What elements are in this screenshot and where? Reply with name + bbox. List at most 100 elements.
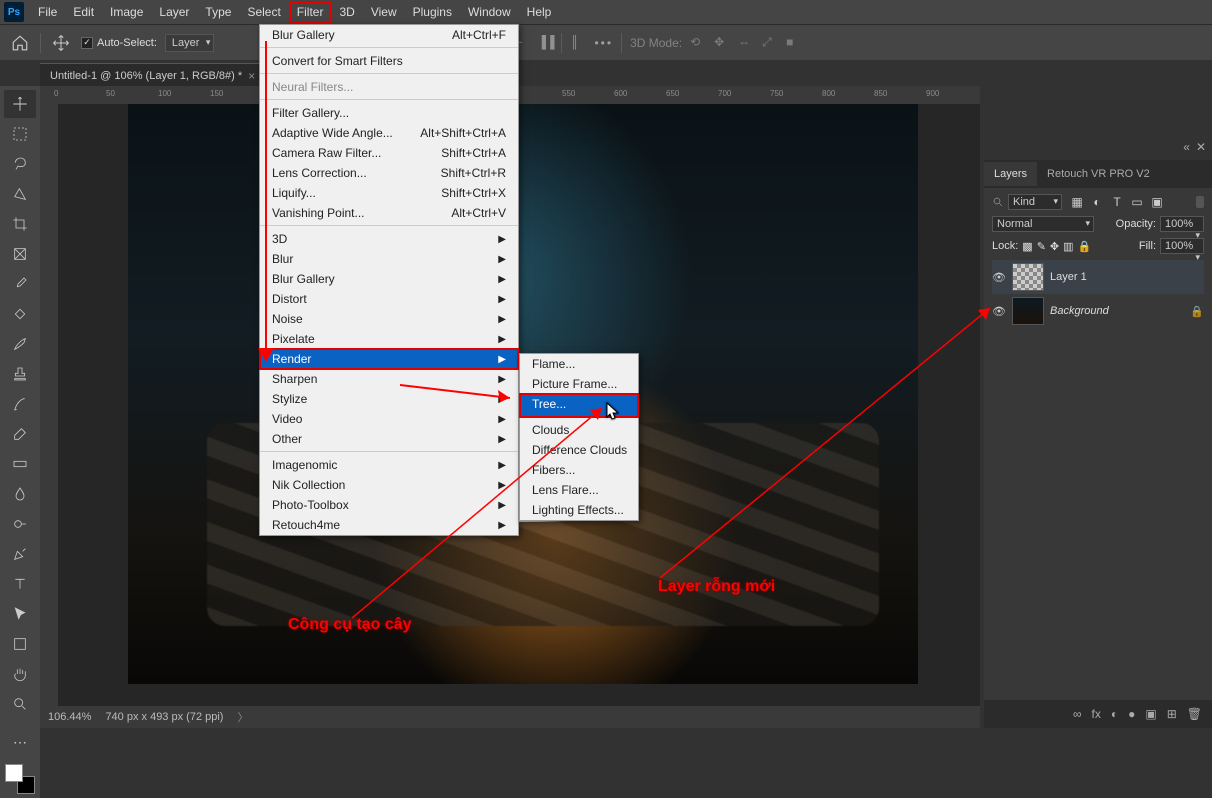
adjustment-icon[interactable]: ●	[1128, 707, 1135, 721]
lock-artboard-icon[interactable]: ▥	[1063, 240, 1073, 253]
3d-camera-icon[interactable]: ■	[786, 35, 802, 51]
filter-menu-item[interactable]: Distort▶	[260, 289, 518, 309]
pen-tool[interactable]	[4, 540, 36, 568]
render-submenu-item[interactable]: Picture Frame...	[520, 374, 638, 394]
filter-menu-item[interactable]: 3D▶	[260, 229, 518, 249]
lock-paint-icon[interactable]: ✎	[1037, 240, 1046, 253]
3d-orbit-icon[interactable]: ⟲	[690, 35, 706, 51]
type-tool[interactable]	[4, 570, 36, 598]
delete-layer-icon[interactable]: 🗑	[1187, 707, 1202, 721]
menu-file[interactable]: File	[30, 1, 65, 23]
edit-toolbar-icon[interactable]: ⋯	[4, 728, 36, 756]
collapse-panel-icon[interactable]: «	[1183, 140, 1190, 160]
more-icon[interactable]: •••	[594, 36, 613, 50]
3d-pan-icon[interactable]: ✥	[714, 35, 730, 51]
opacity-value[interactable]: 100%	[1160, 216, 1204, 232]
filter-pixel-icon[interactable]: ▦	[1070, 195, 1084, 209]
filter-menu-item[interactable]: Vanishing Point...Alt+Ctrl+V	[260, 203, 518, 226]
filter-menu-item[interactable]: Blur GalleryAlt+Ctrl+F	[260, 25, 518, 48]
move-tool[interactable]	[4, 90, 36, 118]
path-select-tool[interactable]	[4, 600, 36, 628]
render-submenu-item[interactable]: Flame...	[520, 354, 638, 374]
menu-edit[interactable]: Edit	[65, 1, 102, 23]
lock-transparency-icon[interactable]: ▩	[1022, 240, 1032, 253]
crop-tool[interactable]	[4, 210, 36, 238]
filter-smart-icon[interactable]: ▣	[1150, 195, 1164, 209]
stamp-tool[interactable]	[4, 360, 36, 388]
menu-layer[interactable]: Layer	[151, 1, 197, 23]
menu-select[interactable]: Select	[239, 1, 288, 23]
close-panel-icon[interactable]: ✕	[1196, 140, 1206, 160]
filter-menu-item[interactable]: Blur▶	[260, 249, 518, 269]
hand-tool[interactable]	[4, 660, 36, 688]
link-layers-icon[interactable]: ∞	[1073, 707, 1082, 721]
tab-layers[interactable]: Layers	[984, 162, 1037, 186]
group-icon[interactable]: ▣	[1145, 707, 1156, 721]
filter-menu-item[interactable]: Blur Gallery▶	[260, 269, 518, 289]
lock-all-icon[interactable]: 🔒	[1078, 240, 1092, 253]
filter-adjust-icon[interactable]: ◐	[1090, 195, 1104, 209]
layer-row-layer1[interactable]: 👁 Layer 1	[992, 260, 1204, 294]
layer-name[interactable]: Background	[1050, 305, 1184, 317]
filter-menu-item[interactable]: Pixelate▶	[260, 329, 518, 349]
dodge-tool[interactable]	[4, 510, 36, 538]
blend-mode-select[interactable]: Normal	[992, 216, 1094, 232]
menu-type[interactable]: Type	[197, 1, 239, 23]
zoom-tool[interactable]	[4, 690, 36, 718]
shape-tool[interactable]	[4, 630, 36, 658]
tab-retouch[interactable]: Retouch VR PRO V2	[1037, 162, 1160, 186]
marquee-tool[interactable]	[4, 120, 36, 148]
layer-name[interactable]: Layer 1	[1050, 271, 1204, 283]
mask-icon[interactable]: ◐	[1111, 707, 1118, 721]
3d-scale-icon[interactable]: ⤢	[762, 35, 778, 51]
layer-row-background[interactable]: 👁 Background 🔒	[992, 294, 1204, 328]
menu-view[interactable]: View	[363, 1, 405, 23]
visibility-icon[interactable]: 👁	[992, 271, 1006, 284]
align-right-icon[interactable]: ▐▐	[537, 35, 553, 51]
lock-position-icon[interactable]: ✥	[1050, 240, 1059, 253]
layer-thumbnail[interactable]	[1012, 297, 1044, 325]
foreground-color-swatch[interactable]	[5, 764, 23, 782]
layer-thumbnail[interactable]	[1012, 263, 1044, 291]
filter-menu-item[interactable]: Filter Gallery...	[260, 103, 518, 123]
menu-help[interactable]: Help	[519, 1, 560, 23]
menu-filter[interactable]: Filter	[289, 1, 332, 23]
filter-menu-item[interactable]: Render▶	[260, 349, 518, 369]
menu-window[interactable]: Window	[460, 1, 519, 23]
brush-tool[interactable]	[4, 330, 36, 358]
filter-menu-item[interactable]: Noise▶	[260, 309, 518, 329]
document-tab[interactable]: Untitled-1 @ 106% (Layer 1, RGB/8#) * ×	[40, 63, 265, 88]
menu-3d[interactable]: 3D	[331, 1, 362, 23]
auto-select-target[interactable]: Layer	[165, 34, 215, 52]
filter-menu-item[interactable]: Adaptive Wide Angle...Alt+Shift+Ctrl+A	[260, 123, 518, 143]
search-icon[interactable]	[992, 196, 1004, 208]
layer-filter-kind[interactable]: Kind	[1008, 194, 1062, 210]
frame-tool[interactable]	[4, 240, 36, 268]
filter-menu-item[interactable]: Neural Filters...	[260, 77, 518, 100]
filter-menu-item[interactable]: Liquify...Shift+Ctrl+X	[260, 183, 518, 203]
filter-menu-item[interactable]: Convert for Smart Filters	[260, 51, 518, 74]
menu-plugins[interactable]: Plugins	[405, 1, 460, 23]
chevron-right-icon[interactable]: 〉	[237, 709, 248, 725]
history-brush-tool[interactable]	[4, 390, 36, 418]
close-tab-icon[interactable]: ×	[248, 69, 255, 83]
quick-select-tool[interactable]	[4, 180, 36, 208]
auto-select-checkbox[interactable]: ✓ Auto-Select:	[81, 37, 157, 49]
filter-menu-item[interactable]: Lens Correction...Shift+Ctrl+R	[260, 163, 518, 183]
new-layer-icon[interactable]: ⊞	[1167, 707, 1177, 721]
filter-shape-icon[interactable]: ▭	[1130, 195, 1144, 209]
3d-slide-icon[interactable]: ⇔	[738, 35, 754, 51]
fx-icon[interactable]: fx	[1092, 707, 1101, 721]
lasso-tool[interactable]	[4, 150, 36, 178]
zoom-value[interactable]: 106.44%	[48, 711, 91, 723]
eyedropper-tool[interactable]	[4, 270, 36, 298]
blur-tool[interactable]	[4, 480, 36, 508]
filter-toggle[interactable]	[1196, 196, 1204, 208]
fill-value[interactable]: 100%	[1160, 238, 1204, 254]
menu-image[interactable]: Image	[102, 1, 151, 23]
filter-type-icon[interactable]: T	[1110, 195, 1124, 209]
filter-menu-item[interactable]: Camera Raw Filter...Shift+Ctrl+A	[260, 143, 518, 163]
color-swatches[interactable]	[5, 764, 35, 794]
gradient-tool[interactable]	[4, 450, 36, 478]
eraser-tool[interactable]	[4, 420, 36, 448]
